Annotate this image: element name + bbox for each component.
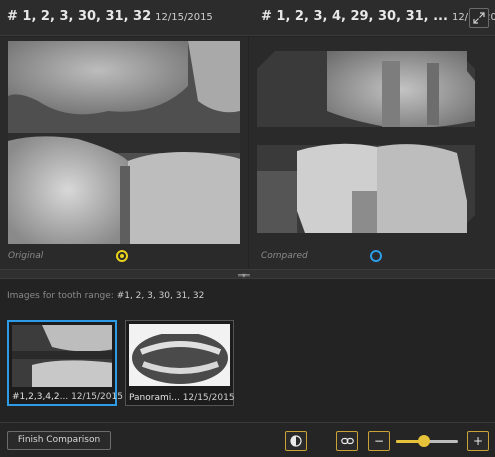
contrast-icon — [290, 435, 302, 447]
compared-teeth-label: # 1, 2, 3, 4, 29, 30, 31, ... — [261, 9, 448, 24]
expand-button[interactable] — [469, 8, 489, 28]
compared-image-title: # 1, 2, 3, 4, 29, 30, 31, ...12/15/2015 — [261, 9, 495, 24]
compared-xray-image[interactable] — [257, 51, 475, 233]
compared-marker-icon — [370, 250, 382, 262]
zoom-slider[interactable] — [396, 435, 458, 447]
splitter-grip-icon: ═▾═ — [238, 271, 250, 280]
link-icon — [341, 437, 354, 445]
original-teeth-label: # 1, 2, 3, 30, 31, 32 — [7, 9, 152, 24]
comparison-footer: Finish Comparison − + — [0, 422, 495, 457]
original-date: 12/15/2015 — [155, 12, 213, 23]
thumbnail-panoramic-name: Panorami... — [129, 393, 180, 403]
compared-pane: Compared — [249, 37, 495, 269]
thumbnail-panoramic-image — [129, 324, 230, 386]
tooth-range-value: #1, 2, 3, 30, 31, 32 — [116, 291, 205, 301]
thumbnail-panoramic-date: 12/15/2015 — [182, 393, 235, 403]
contrast-button[interactable] — [285, 431, 307, 451]
thumbnail-bitewing-caption: #1,2,3,4,2... 12/15/2015 — [12, 392, 123, 402]
thumbnail-bitewing-image — [12, 325, 112, 387]
original-marker-icon — [116, 250, 128, 262]
original-pane: Original — [0, 37, 248, 269]
pane-splitter[interactable]: ═▾═ — [0, 269, 495, 280]
comparison-header: # 1, 2, 3, 30, 31, 32 12/15/2015 # 1, 2, … — [0, 0, 495, 36]
thumbnail-panoramic-caption: Panorami... 12/15/2015 — [129, 393, 235, 403]
link-button[interactable] — [336, 431, 358, 451]
thumbnail-bitewing[interactable]: #1,2,3,4,2... 12/15/2015 — [7, 320, 123, 406]
thumbnail-bitewing-name: #1,2,3,4,2... — [12, 392, 69, 402]
zoom-out-button[interactable]: − — [368, 431, 390, 451]
thumbnail-bitewing-date: 12/15/2015 — [71, 392, 123, 402]
finish-comparison-button[interactable]: Finish Comparison — [7, 431, 111, 450]
original-image-title: # 1, 2, 3, 30, 31, 32 12/15/2015 — [7, 9, 213, 24]
tooth-range-label: Images for tooth range: #1, 2, 3, 30, 31… — [7, 291, 204, 301]
zoom-slider-handle[interactable] — [417, 435, 430, 447]
original-caption: Original — [8, 251, 44, 261]
expand-icon — [473, 12, 485, 24]
zoom-in-button[interactable]: + — [467, 431, 489, 451]
tooth-range-prefix: Images for tooth range: — [7, 291, 114, 301]
compared-caption: Compared — [261, 251, 308, 261]
original-xray-image[interactable] — [8, 41, 240, 244]
thumbnail-panoramic[interactable]: Panorami... 12/15/2015 — [125, 320, 235, 406]
